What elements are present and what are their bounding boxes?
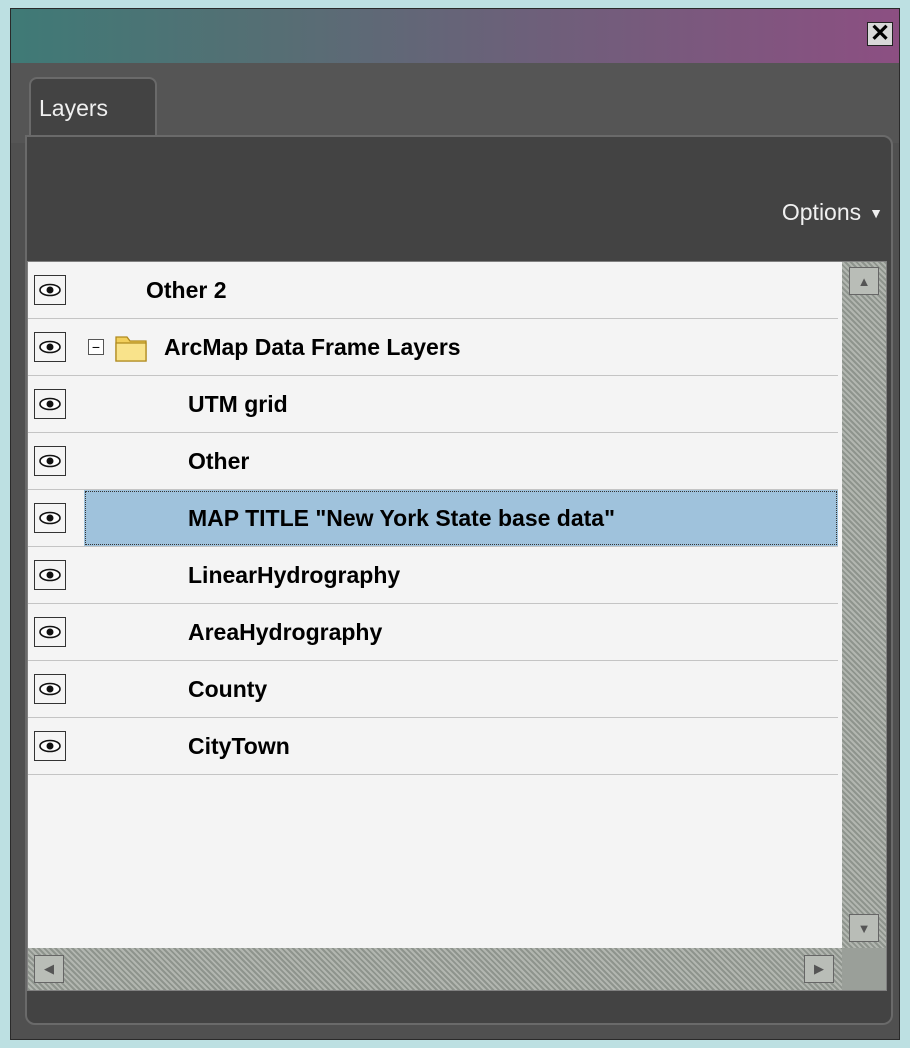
close-button[interactable]: ✕ — [867, 22, 893, 46]
layer-row[interactable]: LinearHydrography — [28, 547, 838, 604]
options-label: Options — [781, 199, 862, 225]
layer-label-cell[interactable]: ArcMap Data Frame Layers — [164, 319, 461, 375]
visibility-toggle[interactable] — [34, 617, 66, 647]
scroll-down-button[interactable]: ▼ — [849, 914, 879, 942]
layer-label-cell[interactable]: County — [84, 661, 838, 717]
eye-icon — [39, 568, 61, 582]
layer-list: Other 2 − ArcMap Data Frame Layers UTM g… — [27, 261, 887, 991]
layer-label-cell[interactable]: LinearHydrography — [84, 547, 838, 603]
layer-label-cell[interactable]: Other — [84, 433, 838, 489]
layer-label: MAP TITLE "New York State base data" — [188, 504, 615, 531]
chevron-down-icon: ▼ — [869, 204, 883, 221]
layer-label: CityTown — [188, 732, 290, 759]
close-icon: ✕ — [869, 20, 891, 47]
eye-icon — [39, 340, 61, 354]
layer-group-row[interactable]: − ArcMap Data Frame Layers — [28, 319, 838, 376]
tab-strip: Layers — [11, 63, 899, 147]
layer-rows: Other 2 − ArcMap Data Frame Layers UTM g… — [28, 262, 838, 775]
arrow-up-icon: ▲ — [857, 273, 871, 289]
layer-row[interactable]: UTM grid — [28, 376, 838, 433]
layer-label-cell[interactable]: Other 2 — [84, 262, 838, 318]
visibility-toggle[interactable] — [34, 731, 66, 761]
scroll-up-button[interactable]: ▲ — [849, 267, 879, 295]
arrow-down-icon: ▼ — [857, 920, 871, 936]
eye-icon — [39, 283, 61, 297]
collapse-toggle[interactable]: − — [88, 339, 104, 355]
layer-label-cell[interactable]: UTM grid — [84, 376, 838, 432]
layer-label: Other 2 — [146, 276, 227, 303]
layer-row[interactable]: CityTown — [28, 718, 838, 775]
vertical-scrollbar[interactable]: ▲ ▼ — [842, 262, 886, 990]
visibility-toggle[interactable] — [34, 275, 66, 305]
visibility-toggle[interactable] — [34, 560, 66, 590]
eye-icon — [39, 454, 61, 468]
eye-icon — [39, 511, 61, 525]
layer-row[interactable]: County — [28, 661, 838, 718]
visibility-toggle[interactable] — [34, 503, 66, 533]
layer-label: AreaHydrography — [188, 618, 383, 645]
layer-label-cell[interactable]: CityTown — [84, 718, 838, 774]
options-menu-button[interactable]: Options ▼ — [782, 199, 883, 226]
horizontal-scrollbar[interactable]: ◀ ▶ — [28, 948, 842, 990]
minus-icon: − — [91, 339, 101, 355]
arrow-left-icon: ◀ — [44, 961, 54, 976]
layer-label: UTM grid — [188, 390, 288, 417]
layer-label: LinearHydrography — [188, 561, 401, 588]
eye-icon — [39, 682, 61, 696]
layer-label: County — [188, 675, 268, 702]
layer-row-selected[interactable]: MAP TITLE "New York State base data" — [28, 490, 838, 547]
layer-row[interactable]: AreaHydrography — [28, 604, 838, 661]
arrow-right-icon: ▶ — [814, 961, 824, 976]
eye-icon — [39, 739, 61, 753]
layer-label-cell[interactable]: AreaHydrography — [84, 604, 838, 660]
visibility-toggle[interactable] — [34, 446, 66, 476]
visibility-toggle[interactable] — [34, 389, 66, 419]
layer-row-other-2[interactable]: Other 2 — [28, 262, 838, 319]
visibility-toggle[interactable] — [34, 332, 66, 362]
scroll-left-button[interactable]: ◀ — [34, 955, 64, 983]
scrollbar-corner — [842, 948, 886, 990]
visibility-toggle[interactable] — [34, 674, 66, 704]
layer-label: Other — [188, 447, 250, 474]
title-bar[interactable]: ✕ — [11, 9, 899, 63]
tab-layers-label: Layers — [39, 95, 109, 121]
group-label: ArcMap Data Frame Layers — [164, 333, 461, 360]
scroll-right-button[interactable]: ▶ — [804, 955, 834, 983]
eye-icon — [39, 625, 61, 639]
layer-row[interactable]: Other — [28, 433, 838, 490]
folder-icon — [115, 336, 147, 362]
eye-icon — [39, 397, 61, 411]
layers-window: ✕ Layers Options ▼ Other 2 − ArcMap Data… — [10, 8, 900, 1040]
layer-label-cell[interactable]: MAP TITLE "New York State base data" — [84, 490, 838, 546]
